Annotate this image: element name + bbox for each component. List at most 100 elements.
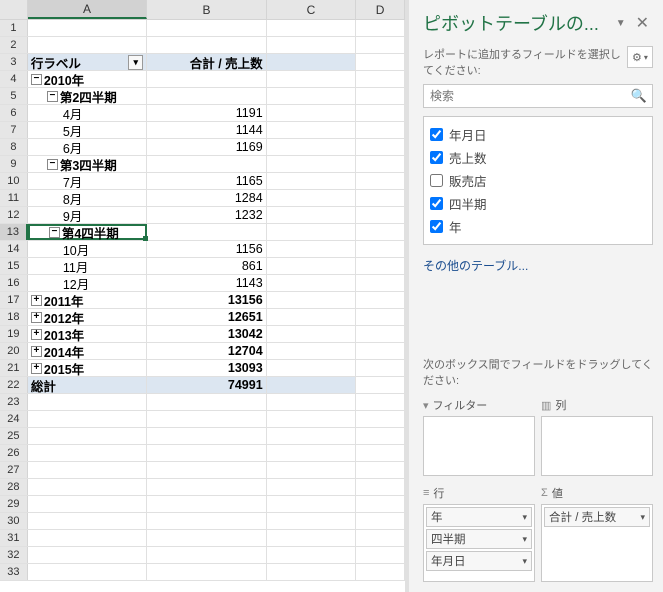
row-header[interactable]: 28 <box>0 479 28 495</box>
row-header[interactable]: 10 <box>0 173 28 189</box>
cell-a[interactable] <box>28 428 147 444</box>
cell-a[interactable] <box>28 513 147 529</box>
row-header[interactable]: 1 <box>0 20 28 36</box>
cell-c[interactable] <box>267 292 357 308</box>
row-header[interactable]: 26 <box>0 445 28 461</box>
col-header-a[interactable]: A <box>28 0 147 19</box>
cell-b[interactable] <box>147 445 266 461</box>
row-header[interactable]: 30 <box>0 513 28 529</box>
cell-b[interactable]: 13093 <box>147 360 266 376</box>
col-header-c[interactable]: C <box>267 0 357 19</box>
cell-c[interactable] <box>267 20 357 36</box>
row-header[interactable]: 24 <box>0 411 28 427</box>
cell-a[interactable]: −第2四半期 <box>28 88 147 104</box>
area-vals-box[interactable]: 合計 / 売上数▾ <box>541 504 653 582</box>
cell-a[interactable]: 4月 <box>28 105 147 121</box>
cell-c[interactable] <box>267 258 357 274</box>
cell-a[interactable]: −2010年 <box>28 71 147 87</box>
cell-b[interactable]: 861 <box>147 258 266 274</box>
cell-b[interactable] <box>147 530 266 546</box>
cell-d[interactable] <box>356 292 405 308</box>
field-row[interactable]: 年月日 <box>430 123 646 146</box>
cell-b[interactable]: 1156 <box>147 241 266 257</box>
cell-d[interactable] <box>356 513 405 529</box>
cell-a[interactable]: 11月 <box>28 258 147 274</box>
cell-d[interactable] <box>356 428 405 444</box>
cell-b[interactable] <box>147 496 266 512</box>
area-pill[interactable]: 年▾ <box>426 507 532 527</box>
cell-d[interactable] <box>356 547 405 563</box>
cell-c[interactable] <box>267 190 357 206</box>
cell-d[interactable] <box>356 360 405 376</box>
cell-a[interactable] <box>28 411 147 427</box>
cell-c[interactable] <box>267 326 357 342</box>
cell-c[interactable] <box>267 411 357 427</box>
row-header[interactable]: 5 <box>0 88 28 104</box>
area-pill[interactable]: 四半期▾ <box>426 529 532 549</box>
cell-b[interactable]: 12704 <box>147 343 266 359</box>
cell-d[interactable] <box>356 20 405 36</box>
cell-c[interactable] <box>267 224 357 240</box>
row-header[interactable]: 14 <box>0 241 28 257</box>
cell-b[interactable]: 12651 <box>147 309 266 325</box>
cell-d[interactable] <box>356 156 405 172</box>
cell-a[interactable]: +2013年 <box>28 326 147 342</box>
cell-c[interactable] <box>267 428 357 444</box>
cell-b[interactable]: 1144 <box>147 122 266 138</box>
cell-d[interactable] <box>356 54 405 70</box>
row-header[interactable]: 13 <box>0 224 28 240</box>
cell-b[interactable] <box>147 71 266 87</box>
cell-a[interactable]: 7月 <box>28 173 147 189</box>
cell-a[interactable] <box>28 547 147 563</box>
field-checkbox[interactable] <box>430 220 443 233</box>
row-header[interactable]: 18 <box>0 309 28 325</box>
cell-c[interactable] <box>267 105 357 121</box>
cell-d[interactable] <box>356 462 405 478</box>
other-tables-link[interactable]: その他のテーブル... <box>423 253 653 278</box>
row-header[interactable]: 20 <box>0 343 28 359</box>
row-header[interactable]: 9 <box>0 156 28 172</box>
cell-c[interactable] <box>267 139 357 155</box>
field-row[interactable]: 売上数 <box>430 146 646 169</box>
cell-c[interactable] <box>267 275 357 291</box>
cell-a[interactable] <box>28 20 147 36</box>
cell-a[interactable]: 10月 <box>28 241 147 257</box>
field-checkbox[interactable] <box>430 174 443 187</box>
cell-b[interactable]: 1191 <box>147 105 266 121</box>
cell-b[interactable]: 1232 <box>147 207 266 223</box>
cell-d[interactable] <box>356 37 405 53</box>
row-header[interactable]: 2 <box>0 37 28 53</box>
cell-b[interactable]: 13156 <box>147 292 266 308</box>
cell-a[interactable]: 行ラベル▾ <box>28 54 147 70</box>
cell-c[interactable] <box>267 479 357 495</box>
row-header[interactable]: 31 <box>0 530 28 546</box>
cell-a[interactable] <box>28 394 147 410</box>
cell-c[interactable] <box>267 530 357 546</box>
area-pill[interactable]: 年月日▾ <box>426 551 532 571</box>
row-header[interactable]: 16 <box>0 275 28 291</box>
cell-b[interactable] <box>147 462 266 478</box>
grid-rows[interactable]: 123行ラベル▾合計 / 売上数4−2010年5−第2四半期64月119175月… <box>0 20 405 592</box>
field-row[interactable]: 年 <box>430 215 646 238</box>
cell-c[interactable] <box>267 496 357 512</box>
cell-a[interactable]: −第3四半期 <box>28 156 147 172</box>
cell-a[interactable] <box>28 530 147 546</box>
row-header[interactable]: 23 <box>0 394 28 410</box>
row-header[interactable]: 8 <box>0 139 28 155</box>
row-header[interactable]: 11 <box>0 190 28 206</box>
row-header[interactable]: 29 <box>0 496 28 512</box>
field-row[interactable]: 四半期 <box>430 192 646 215</box>
row-header[interactable]: 3 <box>0 54 28 70</box>
cell-a[interactable] <box>28 479 147 495</box>
cell-c[interactable] <box>267 173 357 189</box>
field-checkbox[interactable] <box>430 197 443 210</box>
cell-c[interactable] <box>267 37 357 53</box>
row-header[interactable]: 4 <box>0 71 28 87</box>
field-checkbox[interactable] <box>430 151 443 164</box>
cell-b[interactable] <box>147 547 266 563</box>
cell-d[interactable] <box>356 105 405 121</box>
cell-d[interactable] <box>356 394 405 410</box>
cell-c[interactable] <box>267 377 357 393</box>
row-header[interactable]: 17 <box>0 292 28 308</box>
cell-d[interactable] <box>356 71 405 87</box>
